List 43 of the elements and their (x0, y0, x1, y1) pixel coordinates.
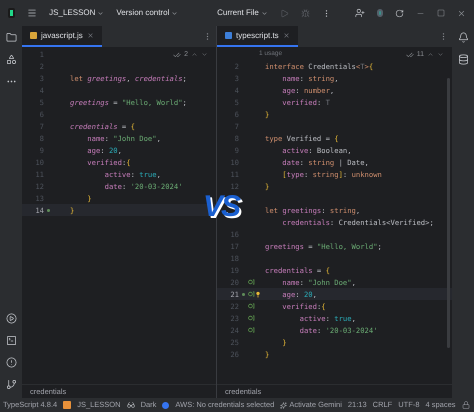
project-icon (63, 401, 72, 409)
file-tab[interactable]: typescript.ts (217, 26, 298, 47)
aws-icon (162, 402, 170, 408)
sparkle-icon[interactable] (280, 402, 288, 408)
chevron-down-icon[interactable] (437, 51, 444, 58)
lightbulb-icon[interactable] (255, 290, 261, 298)
annotation-icon[interactable] (248, 291, 254, 297)
git-icon[interactable] (6, 379, 16, 390)
close-icon[interactable] (282, 32, 290, 39)
close-icon[interactable] (86, 32, 94, 39)
file-tab[interactable]: javascript.js (22, 26, 102, 47)
folder-icon[interactable] (6, 32, 16, 43)
file-icon (225, 32, 232, 39)
annotation-icon[interactable] (248, 303, 254, 309)
vs-logo: VS (203, 192, 241, 222)
app-logo[interactable] (8, 8, 16, 18)
terminal-icon[interactable] (6, 335, 16, 346)
annotation-icon[interactable] (248, 279, 254, 285)
chevron-down-icon (171, 10, 178, 16)
file-icon (30, 32, 37, 39)
close-icon[interactable] (457, 8, 466, 18)
notifications-icon[interactable] (458, 32, 468, 43)
record-icon[interactable] (376, 9, 383, 17)
chevron-down-icon (260, 10, 268, 16)
chevron-down-icon (97, 10, 104, 16)
chevron-up-icon[interactable] (191, 51, 198, 58)
add-user-icon[interactable] (354, 8, 365, 18)
glasses-icon[interactable] (126, 401, 135, 409)
lock-icon[interactable] (462, 401, 470, 409)
run-config-dropdown[interactable]: Current File (217, 7, 268, 19)
structure-icon[interactable] (6, 54, 16, 65)
double-check-icon[interactable] (406, 50, 414, 59)
refresh-icon[interactable] (395, 8, 404, 18)
menu-icon[interactable] (27, 8, 38, 18)
project-dropdown[interactable]: JS_LESSON (49, 7, 104, 19)
annotation-icon[interactable] (248, 315, 254, 321)
vcs-dropdown[interactable]: Version control (116, 7, 178, 19)
database-icon[interactable] (458, 54, 468, 65)
double-check-icon[interactable] (173, 50, 182, 59)
chevron-down-icon[interactable] (201, 51, 208, 58)
problems-icon[interactable] (6, 357, 16, 368)
annotation-icon[interactable] (248, 327, 254, 333)
chevron-up-icon[interactable] (427, 51, 434, 58)
